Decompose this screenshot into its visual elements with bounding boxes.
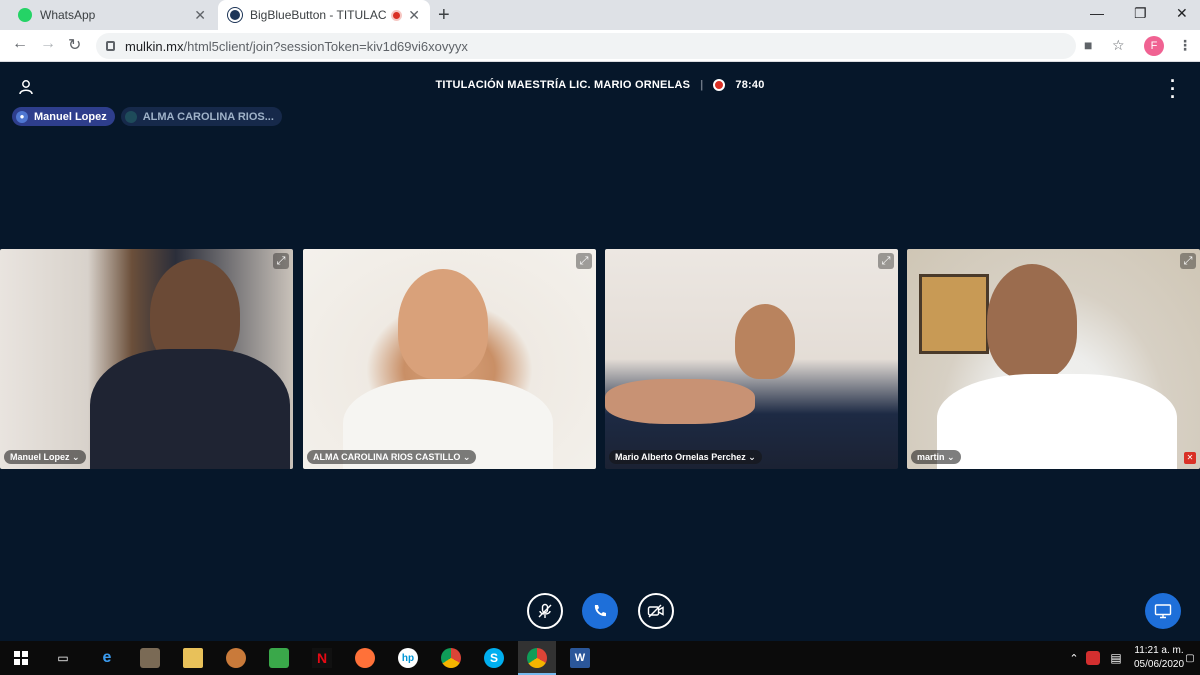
participant-video-feed (987, 264, 1077, 379)
meeting-area: TITULACIÓN MAESTRÍA LIC. MARIO ORNELAS |… (0, 63, 1200, 635)
browser-toolbar: ← → ↻ mulkin.mx /html5client/join?sessio… (0, 30, 1200, 62)
toggle-camera-button[interactable] (638, 593, 674, 629)
video-tile[interactable]: ⤢ ALMA CAROLINA RIOS CASTILLO ⌄ (303, 249, 596, 469)
file-explorer-icon[interactable] (183, 648, 203, 668)
fullscreen-icon[interactable]: ⤢ (273, 253, 289, 269)
muted-microphone-icon: ✕ (1184, 452, 1196, 464)
profile-avatar[interactable]: F (1144, 36, 1164, 56)
talker-name: ALMA CAROLINA RIOS... (142, 110, 274, 123)
chrome-active-icon[interactable] (518, 641, 556, 675)
participant-video-feed (398, 269, 488, 379)
bookmark-star-icon[interactable]: ☆ (1112, 37, 1125, 54)
edge-icon[interactable]: e (97, 648, 117, 668)
app-icon[interactable] (140, 648, 160, 668)
camera-permission-icon[interactable]: ■ (1084, 37, 1092, 53)
address-bar[interactable]: mulkin.mx /html5client/join?sessionToken… (96, 33, 1076, 59)
system-clock[interactable]: 11:21 a. m. 05/06/2020 (1134, 644, 1184, 672)
whatsapp-icon (18, 8, 32, 22)
browser-tab-strip: WhatsApp ✕ BigBlueButton - TITULACIÓN ✕ … (0, 0, 1200, 30)
wall-painting (919, 274, 989, 354)
back-icon[interactable]: ← (12, 35, 28, 53)
participant-video-feed (90, 349, 290, 469)
participant-video-feed (605, 379, 755, 424)
options-menu-icon[interactable]: · · · (1170, 72, 1176, 106)
mute-microphone-button[interactable] (527, 593, 563, 629)
fullscreen-icon[interactable]: ⤢ (878, 253, 894, 269)
video-tile[interactable]: ⤢ Manuel Lopez ⌄ (0, 249, 293, 469)
app-icon[interactable] (269, 648, 289, 668)
url-domain: mulkin.mx (125, 38, 184, 54)
forward-icon[interactable]: → (40, 35, 56, 53)
tray-chevron-icon[interactable]: ⌃ (1064, 648, 1084, 668)
tab-title: BigBlueButton - TITULACIÓN (250, 8, 387, 22)
firefox-icon[interactable] (355, 648, 375, 668)
browser-menu-icon[interactable]: ⋮ (1178, 37, 1192, 54)
tab-bigbluebutton[interactable]: BigBlueButton - TITULACIÓN ✕ (218, 0, 430, 30)
session-title: TITULACIÓN MAESTRÍA LIC. MARIO ORNELAS (435, 79, 691, 91)
close-window-icon[interactable]: ✕ (1176, 5, 1188, 22)
talking-indicator: ● Manuel Lopez ALMA CAROLINA RIOS... (12, 107, 282, 126)
close-tab-icon[interactable]: ✕ (194, 7, 206, 24)
talker-pill[interactable]: ● Manuel Lopez (12, 107, 115, 126)
app-icon[interactable] (226, 648, 246, 668)
video-tile[interactable]: ⤢ martin ⌄ ✕ (907, 249, 1200, 469)
url-path: /html5client/join?sessionToken=kiv1d69vi… (183, 38, 468, 54)
bigbluebutton-icon (228, 8, 242, 22)
lock-icon (106, 41, 115, 51)
recording-icon[interactable] (713, 79, 726, 91)
video-tile[interactable]: ⤢ Mario Alberto Ornelas Perchez ⌄ (605, 249, 898, 469)
windows-start-icon[interactable] (11, 648, 31, 668)
close-tab-icon[interactable]: ✕ (408, 7, 420, 24)
participant-name-label[interactable]: Mario Alberto Ornelas Perchez ⌄ (609, 450, 762, 464)
word-icon[interactable]: W (570, 648, 590, 668)
participant-video-feed (735, 304, 795, 379)
netflix-icon[interactable]: N (312, 648, 332, 668)
camera-off-icon (647, 604, 664, 618)
tab-whatsapp[interactable]: WhatsApp ✕ (8, 0, 216, 30)
antivirus-tray-icon[interactable] (1086, 651, 1100, 665)
clock-date: 05/06/2020 (1134, 659, 1185, 670)
share-screen-button[interactable] (1145, 593, 1181, 629)
talker-pill[interactable]: ALMA CAROLINA RIOS... (120, 107, 282, 126)
hp-icon[interactable]: hp (398, 648, 418, 668)
skype-icon[interactable]: S (484, 648, 504, 668)
recording-time: 78:40 (735, 79, 765, 91)
chrome-icon[interactable] (441, 648, 461, 668)
header-separator: | (700, 79, 704, 91)
participant-name-label[interactable]: ALMA CAROLINA RIOS CASTILLO ⌄ (307, 450, 477, 464)
notification-icon[interactable]: ▤ (1106, 648, 1126, 668)
recording-indicator-icon (391, 9, 403, 21)
reload-icon[interactable]: ↻ (68, 35, 81, 55)
leave-audio-button[interactable] (582, 593, 618, 629)
participant-video-feed (937, 374, 1177, 469)
restore-icon[interactable]: ❐ (1134, 5, 1147, 22)
tab-title: WhatsApp (40, 8, 96, 22)
participant-name-label[interactable]: Manuel Lopez ⌄ (4, 450, 86, 464)
microphone-icon: ● (16, 110, 28, 123)
fullscreen-icon[interactable]: ⤢ (576, 253, 592, 269)
meeting-controls (0, 593, 1200, 633)
windows-taskbar: ▭ e N hp S W ⌃ ▤ 11:21 a. m. 05/06/2020 … (0, 641, 1200, 675)
participant-name-label[interactable]: martin ⌄ (911, 450, 961, 464)
monitor-icon (1154, 604, 1172, 619)
session-header: TITULACIÓN MAESTRÍA LIC. MARIO ORNELAS |… (0, 79, 1200, 91)
muted-microphone-icon (538, 603, 552, 618)
task-view-icon[interactable]: ▭ (53, 648, 73, 668)
fullscreen-icon[interactable]: ⤢ (1180, 253, 1196, 269)
microphone-icon (124, 110, 137, 123)
clock-time: 11:21 a. m. (1134, 645, 1184, 656)
minimize-icon[interactable]: — (1090, 5, 1104, 21)
action-center-icon[interactable]: ▢ (1180, 648, 1200, 668)
phone-icon (594, 605, 606, 617)
new-tab-button[interactable]: + (438, 4, 450, 27)
talker-name: Manuel Lopez (34, 110, 107, 123)
